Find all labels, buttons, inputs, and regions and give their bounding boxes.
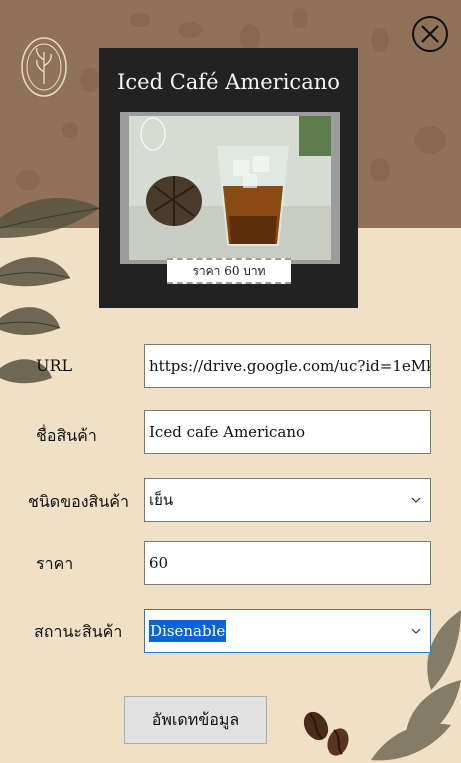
price-label: ราคา (36, 554, 74, 573)
iced-coffee-image (129, 116, 331, 260)
coffee-beans-decoration (303, 711, 349, 756)
product-title: Iced Café Americano (117, 70, 340, 94)
product-preview-card: Iced Café Americano ราคา 60 บาท (99, 48, 358, 308)
chevron-down-icon (410, 479, 422, 521)
update-button[interactable]: อัพเดทข้อมูล (124, 696, 267, 744)
product-name-label: ชื่อสินค้า (36, 426, 97, 445)
product-type-value: เย็น (149, 491, 174, 509)
brand-logo-icon (21, 37, 67, 97)
product-type-select[interactable]: เย็น (144, 478, 431, 522)
close-icon (412, 16, 448, 52)
status-value: Disenable (149, 620, 227, 642)
price-tag: ราคา 60 บาท (167, 258, 291, 284)
product-photo (120, 112, 340, 264)
product-type-label: ชนิดของสินค้า (28, 492, 129, 511)
url-input[interactable]: https://drive.google.com/uc?id=1eMk (144, 344, 431, 388)
url-label: URL (36, 356, 73, 375)
price-input[interactable]: 60 (144, 541, 431, 585)
chevron-down-icon (410, 610, 422, 652)
close-button[interactable] (410, 14, 450, 54)
status-label: สถานะสินค้า (34, 622, 123, 641)
status-select[interactable]: Disenable (144, 609, 431, 653)
product-name-input[interactable]: Iced cafe Americano (144, 410, 431, 454)
